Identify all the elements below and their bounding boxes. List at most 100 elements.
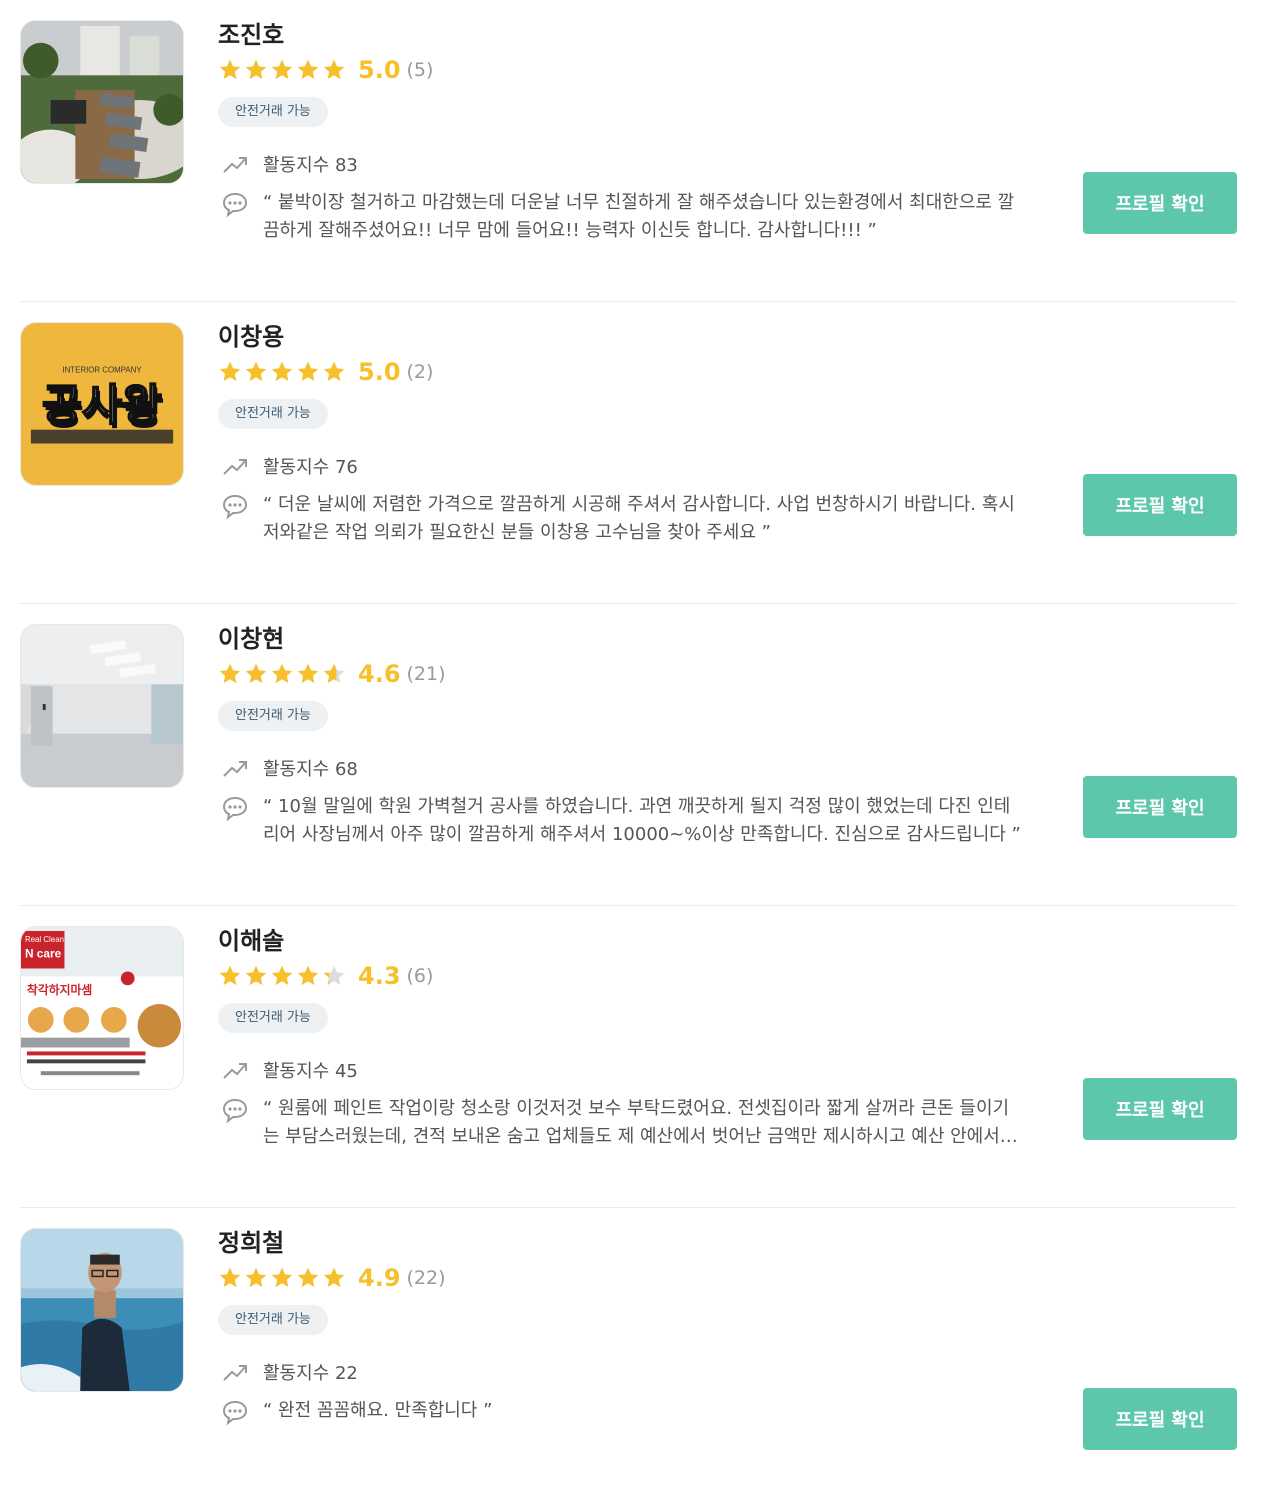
star-icon: [245, 361, 267, 381]
star-icon: [297, 1267, 319, 1287]
review-text: “ 원룸에 페인트 작업이랑 청소랑 이것저것 보수 부탁드렸어요. 전셋집이라…: [263, 1098, 1023, 1147]
star-icon: [219, 59, 241, 79]
safe-trade-badge: 안전거래 가능: [218, 1305, 328, 1335]
rating-row: 4.6 (21): [218, 657, 1237, 691]
review-count: (5): [406, 59, 434, 81]
trending-up-icon: [223, 459, 247, 475]
comment-icon: [222, 494, 248, 520]
review-row: “ 완전 꼼꼼해요. 만족합니다 ”: [218, 1397, 1058, 1426]
interior-room-photo-icon: [21, 625, 183, 787]
review-text: “ 10월 말일에 학원 가벽철거 공사를 하였습니다. 과연 깨끗하게 될지 …: [263, 796, 1021, 845]
flyer-tag-1: Real Clean: [25, 935, 64, 944]
review-count: (6): [406, 965, 434, 987]
logo-image-icon: INTERIOR COMPANY 공사왕 공사왕: [21, 323, 183, 485]
safe-trade-badge: 안전거래 가능: [218, 97, 328, 127]
star-icon: [271, 1267, 293, 1287]
rating-score: 4.9: [358, 1264, 401, 1292]
rating-row: 4.3 (6): [218, 959, 1237, 993]
pro-name: 이창현: [218, 625, 285, 653]
star-icon: [245, 663, 267, 683]
review-row: “ 더운 날씨에 저렴한 가격으로 깔끔하게 시공해 주셔서 감사합니다. 사업…: [218, 491, 1058, 547]
comment-icon: [222, 192, 248, 218]
trending-up-icon: [223, 761, 247, 777]
rating-score: 5.0: [358, 358, 401, 386]
star-icon: [245, 59, 267, 79]
star-icon: [271, 663, 293, 683]
rating-row: 5.0 (5): [218, 53, 1237, 87]
activity-score: 활동지수 76: [263, 457, 358, 478]
star-icon: [297, 965, 319, 985]
star-icon: [219, 1267, 241, 1287]
pro-avatar[interactable]: [20, 20, 184, 184]
safe-trade-badge: 안전거래 가능: [218, 399, 328, 429]
star-icon: [245, 965, 267, 985]
garden-photo-icon: [21, 21, 183, 183]
review-count: (21): [406, 663, 446, 685]
trending-up-icon: [223, 157, 247, 173]
star-icon: [297, 361, 319, 381]
review-count: (2): [406, 361, 434, 383]
pro-name: 이창용: [218, 323, 285, 351]
rating-score: 4.6: [358, 660, 401, 688]
star-rating: [218, 662, 346, 686]
rating-score: 5.0: [358, 56, 401, 84]
activity-row: 활동지수 22: [218, 1357, 1237, 1387]
safe-trade-badge: 안전거래 가능: [218, 701, 328, 731]
comment-icon: [222, 796, 248, 822]
activity-score: 활동지수 22: [263, 1363, 358, 1384]
pro-name: 이해솔: [218, 927, 285, 955]
review-count: (22): [406, 1267, 446, 1289]
pro-card: INTERIOR COMPANY 공사왕 공사왕 이창용 5.0 (2) 안전거…: [19, 302, 1237, 604]
star-icon: [271, 59, 293, 79]
star-rating: [218, 1266, 346, 1290]
star-icon: [297, 663, 319, 683]
star-rating: [218, 58, 346, 82]
review-text: “ 붙박이장 철거하고 마감했는데 더운날 너무 친절하게 잘 해주셨습니다 있…: [263, 192, 1015, 241]
pro-card: 정희철 4.9 (22) 안전거래 가능 활동지수 22 “ 완전 꼼꼼해요. …: [19, 1208, 1237, 1510]
pro-card: 조진호 5.0 (5) 안전거래 가능 활동지수 83 “ 붙박이장 철거하고 …: [19, 0, 1237, 302]
cleaning-flyer-image-icon: Real Clean N care 착각하지마셈: [21, 927, 183, 1089]
rating-row: 4.9 (22): [218, 1261, 1237, 1295]
pro-name: 정희철: [218, 1229, 285, 1257]
comment-icon: [222, 1400, 248, 1426]
logo-small-text: INTERIOR COMPANY: [62, 365, 142, 374]
rating-row: 5.0 (2): [218, 355, 1237, 389]
pro-avatar[interactable]: [20, 624, 184, 788]
star-icon: [271, 361, 293, 381]
star-icon: [219, 361, 241, 381]
safe-trade-badge: 안전거래 가능: [218, 1003, 328, 1033]
profile-view-button[interactable]: 프로필 확인: [1083, 776, 1237, 838]
logo-main-text: 공사왕: [42, 381, 162, 431]
trending-up-icon: [223, 1365, 247, 1381]
profile-view-button[interactable]: 프로필 확인: [1083, 1078, 1237, 1140]
review-row: “ 원룸에 페인트 작업이랑 청소랑 이것저것 보수 부탁드렸어요. 전셋집이라…: [218, 1095, 1058, 1151]
star-icon: [323, 663, 345, 683]
star-rating: [218, 360, 346, 384]
star-icon: [271, 965, 293, 985]
review-row: “ 붙박이장 철거하고 마감했는데 더운날 너무 친절하게 잘 해주셨습니다 있…: [218, 189, 1058, 245]
profile-view-button[interactable]: 프로필 확인: [1083, 1388, 1237, 1450]
pro-avatar[interactable]: INTERIOR COMPANY 공사왕 공사왕: [20, 322, 184, 486]
profile-view-button[interactable]: 프로필 확인: [1083, 172, 1237, 234]
star-rating: [218, 964, 346, 988]
review-row: “ 10월 말일에 학원 가벽철거 공사를 하였습니다. 과연 깨끗하게 될지 …: [218, 793, 1058, 849]
star-icon: [323, 1267, 345, 1287]
activity-score: 활동지수 68: [263, 759, 358, 780]
star-icon: [323, 361, 345, 381]
flyer-headline: 착각하지마셈: [27, 983, 92, 997]
star-icon: [297, 59, 319, 79]
pro-avatar[interactable]: [20, 1228, 184, 1392]
activity-score: 활동지수 45: [263, 1061, 358, 1082]
profile-view-button[interactable]: 프로필 확인: [1083, 474, 1237, 536]
person-photo-icon: [21, 1229, 183, 1391]
star-icon: [245, 1267, 267, 1287]
activity-score: 활동지수 83: [263, 155, 358, 176]
flyer-tag-2: N care: [25, 947, 62, 961]
pro-avatar[interactable]: Real Clean N care 착각하지마셈: [20, 926, 184, 1090]
trending-up-icon: [223, 1063, 247, 1079]
star-icon: [219, 965, 241, 985]
pro-list: 조진호 5.0 (5) 안전거래 가능 활동지수 83 “ 붙박이장 철거하고 …: [0, 0, 1280, 1510]
review-text: “ 더운 날씨에 저렴한 가격으로 깔끔하게 시공해 주셔서 감사합니다. 사업…: [263, 494, 1015, 543]
rating-score: 4.3: [358, 962, 401, 990]
star-icon: [323, 965, 345, 985]
